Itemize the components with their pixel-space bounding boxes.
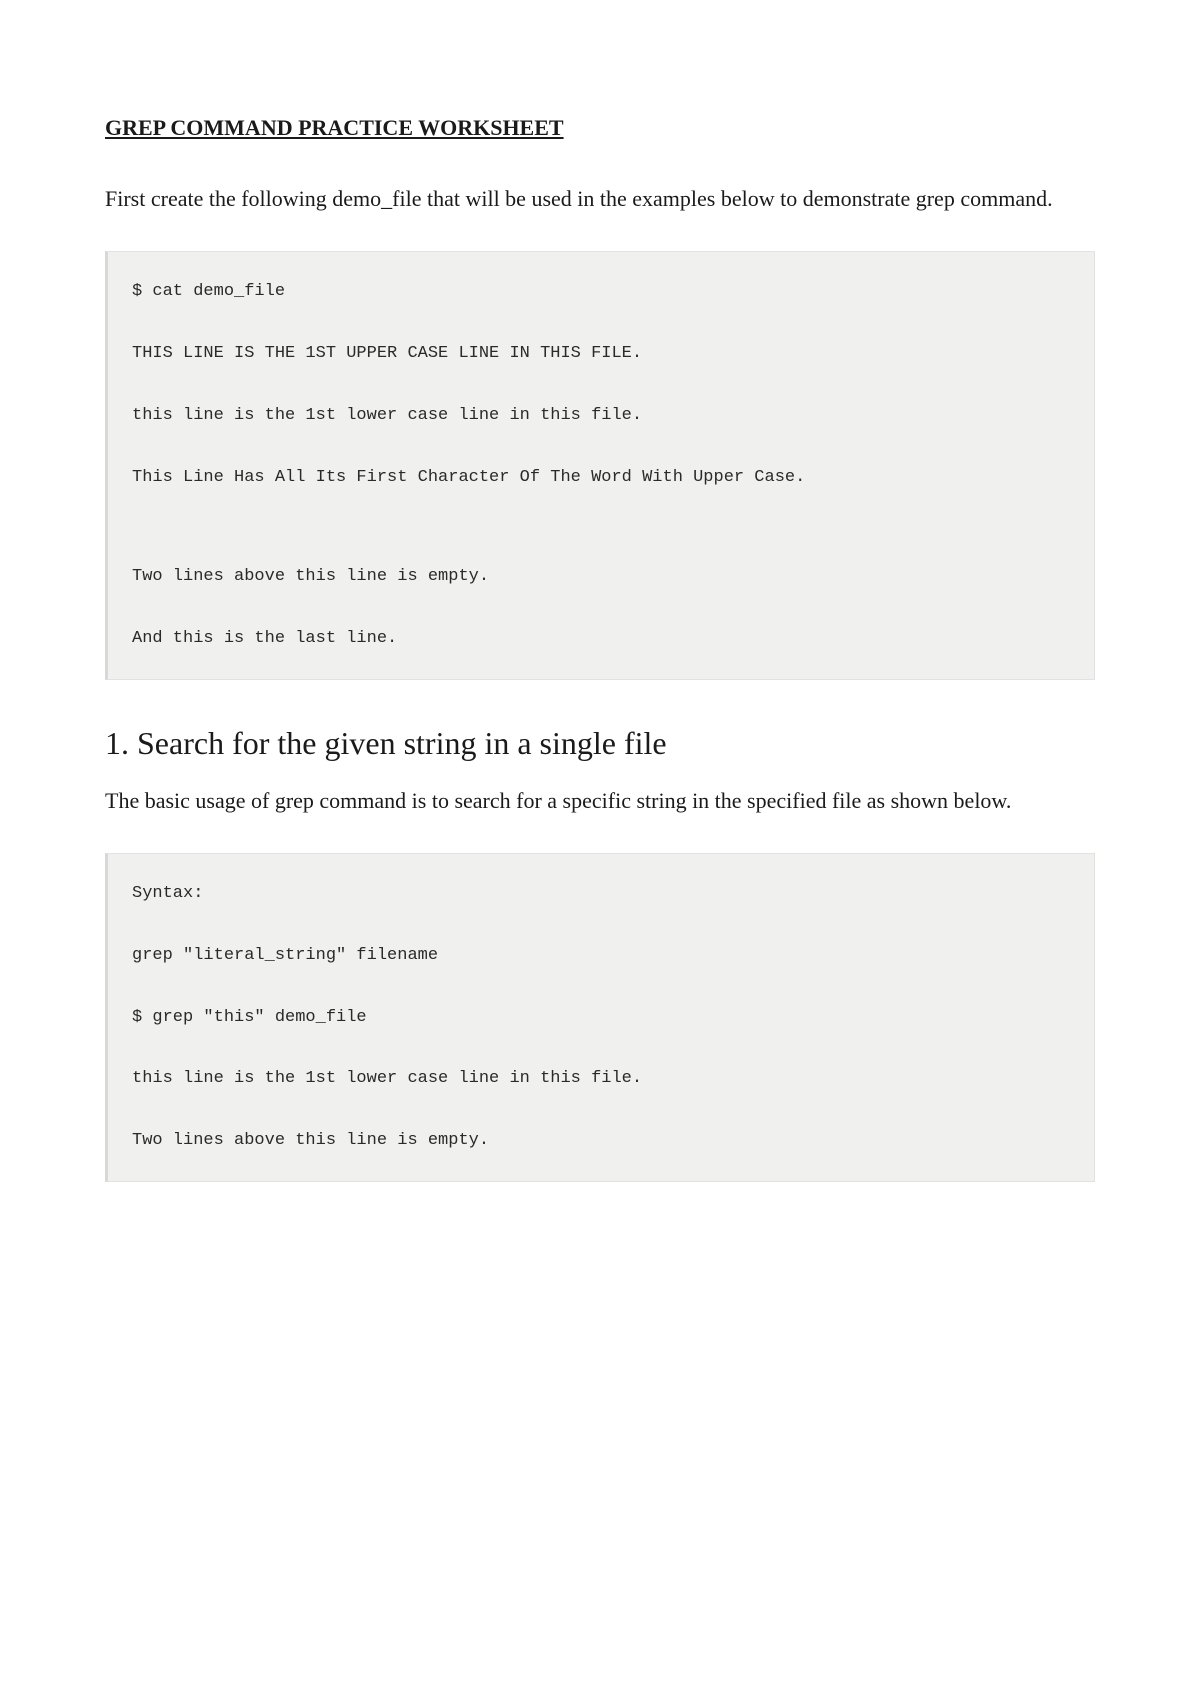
code-block-syntax-example: Syntax: grep "literal_string" filename $… <box>105 853 1095 1182</box>
code-block-demo-file: $ cat demo_file THIS LINE IS THE 1ST UPP… <box>105 251 1095 680</box>
code-line: And this is the last line. <box>132 627 1070 651</box>
code-line: grep "literal_string" filename <box>132 944 1070 968</box>
code-line: THIS LINE IS THE 1ST UPPER CASE LINE IN … <box>132 342 1070 366</box>
code-line: this line is the 1st lower case line in … <box>132 1067 1070 1091</box>
code-line: Two lines above this line is empty. <box>132 1129 1070 1153</box>
code-line: $ grep "this" demo_file <box>132 1006 1070 1030</box>
code-line: This Line Has All Its First Character Of… <box>132 466 1070 490</box>
intro-paragraph: First create the following demo_file tha… <box>105 181 1095 216</box>
code-line: this line is the 1st lower case line in … <box>132 404 1070 428</box>
code-line: Syntax: <box>132 882 1070 906</box>
section-1-heading: 1. Search for the given string in a sing… <box>105 725 1095 762</box>
code-line: Two lines above this line is empty. <box>132 565 1070 589</box>
section-1-body: The basic usage of grep command is to se… <box>105 784 1095 818</box>
document-title: GREP COMMAND PRACTICE WORKSHEET <box>105 115 1095 141</box>
code-line: $ cat demo_file <box>132 280 1070 304</box>
